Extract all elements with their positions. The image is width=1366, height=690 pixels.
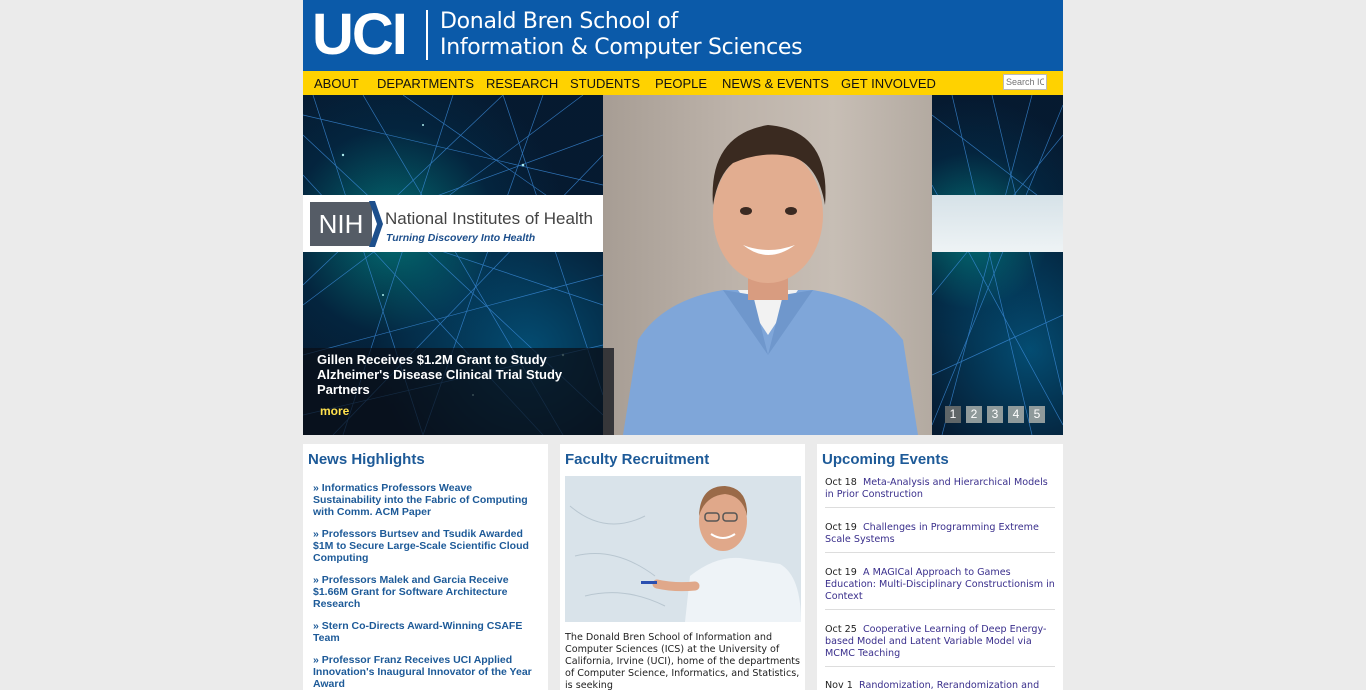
event-item[interactable]: Oct 18 Meta-Analysis and Hierarchical Mo… (825, 477, 1055, 508)
event-date: Oct 19 (825, 567, 857, 578)
news-item[interactable]: » Stern Co-Directs Award-Winning CSAFE T… (313, 620, 535, 644)
network-background-right (932, 95, 1063, 435)
faculty-recruitment-title: Faculty Recruitment (565, 451, 710, 468)
nav-about[interactable]: ABOUT (314, 76, 359, 91)
nav-departments[interactable]: DEPARTMENTS (377, 76, 474, 91)
news-item[interactable]: » Professor Franz Receives UCI Applied I… (313, 654, 535, 690)
page: UCI Donald Bren School of Information & … (303, 0, 1063, 690)
news-highlights-title: News Highlights (308, 451, 425, 468)
featured-person-photo[interactable] (603, 95, 932, 435)
site-header: UCI Donald Bren School of Information & … (303, 0, 1063, 71)
event-title[interactable]: Challenges in Programming Extreme Scale … (825, 522, 1039, 545)
nav-students[interactable]: STUDENTS (570, 76, 640, 91)
uci-logo[interactable]: UCI (312, 4, 408, 66)
news-item[interactable]: » Informatics Professors Weave Sustainab… (313, 482, 535, 518)
slide-page-1[interactable]: 1 (945, 406, 961, 423)
news-item[interactable]: » Professors Malek and Garcia Receive $1… (313, 574, 535, 610)
event-title[interactable]: Cooperative Learning of Deep Energy-base… (825, 624, 1047, 659)
nih-tagline: Turning Discovery Into Health (386, 232, 536, 244)
school-name[interactable]: Donald Bren School of Information & Comp… (440, 9, 803, 61)
bullet-icon: » (313, 574, 322, 586)
news-highlights-panel: News Highlights » Informatics Professors… (303, 444, 548, 690)
search-input[interactable] (1003, 74, 1047, 90)
nih-logo-box: NIH (310, 202, 372, 246)
slide-page-3[interactable]: 3 (987, 406, 1003, 423)
nih-chevron-icon (369, 201, 383, 247)
logo-divider (426, 10, 428, 60)
slide-caption-title[interactable]: Gillen Receives $1.2M Grant to Study Alz… (317, 352, 597, 397)
bullet-icon: » (313, 620, 322, 632)
event-date: Nov 1 (825, 680, 853, 690)
event-title[interactable]: Meta-Analysis and Hierarchical Models in… (825, 477, 1048, 500)
bullet-icon: » (313, 482, 322, 494)
event-date: Oct 25 (825, 624, 857, 635)
nav-people[interactable]: PEOPLE (655, 76, 707, 91)
slide-caption: Gillen Receives $1.2M Grant to Study Alz… (303, 348, 614, 435)
slide-page-2[interactable]: 2 (966, 406, 982, 423)
event-item[interactable]: Nov 1 Randomization, Rerandomization and (825, 680, 1055, 690)
school-name-line1: Donald Bren School of (440, 9, 678, 34)
upcoming-events-title: Upcoming Events (822, 451, 949, 468)
nav-get-involved[interactable]: GET INVOLVED (841, 76, 936, 91)
school-name-line2: Information & Computer Sciences (440, 35, 803, 60)
faculty-photo[interactable] (565, 476, 801, 622)
right-banner-strip (932, 195, 1063, 252)
nih-banner: NIH National Institutes of Health Turnin… (303, 195, 603, 252)
person-illustration (623, 125, 918, 435)
slide-page-4[interactable]: 4 (1008, 406, 1024, 423)
event-date: Oct 19 (825, 522, 857, 533)
event-item[interactable]: Oct 25 Cooperative Learning of Deep Ener… (825, 624, 1055, 667)
news-item[interactable]: » Professors Burtsev and Tsudik Awarded … (313, 528, 535, 564)
bullet-icon: » (313, 528, 322, 540)
faculty-recruitment-text: The Donald Bren School of Information an… (565, 632, 801, 690)
event-date: Oct 18 (825, 477, 857, 488)
faculty-recruitment-panel: Faculty Recruitment The Donald Bren Scho… (560, 444, 805, 690)
nih-name: National Institutes of Health (385, 209, 593, 228)
slide-more-link[interactable]: more (320, 404, 349, 418)
event-title[interactable]: A MAGICal Approach to Games Education: M… (825, 567, 1055, 602)
main-nav: ABOUT DEPARTMENTS RESEARCH STUDENTS PEOP… (303, 71, 1063, 95)
event-title[interactable]: Randomization, Rerandomization and (859, 680, 1039, 690)
slide-page-5[interactable]: 5 (1029, 406, 1045, 423)
event-item[interactable]: Oct 19 A MAGICal Approach to Games Educa… (825, 567, 1055, 610)
bullet-icon: » (313, 654, 322, 666)
hero-slideshow: NIH National Institutes of Health Turnin… (303, 95, 1063, 435)
faculty-illustration (565, 476, 801, 622)
nav-news-events[interactable]: NEWS & EVENTS (722, 76, 829, 91)
nav-research[interactable]: RESEARCH (486, 76, 558, 91)
network-lines-right (932, 95, 1063, 435)
event-item[interactable]: Oct 19 Challenges in Programming Extreme… (825, 522, 1055, 553)
upcoming-events-panel: Upcoming Events Oct 18 Meta-Analysis and… (817, 444, 1063, 690)
